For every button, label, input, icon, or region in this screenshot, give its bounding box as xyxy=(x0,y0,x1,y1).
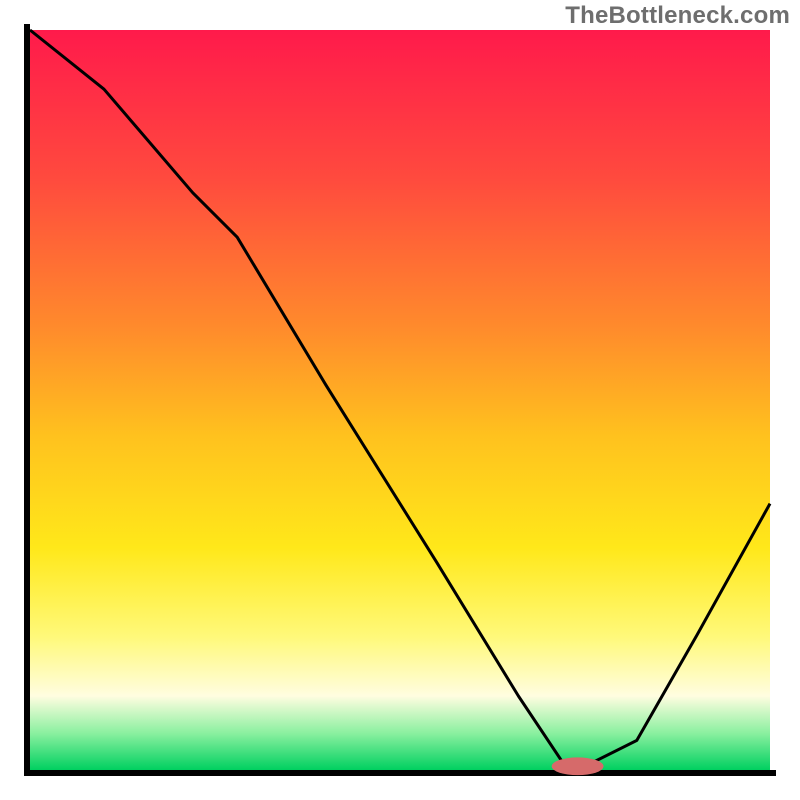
plot-background xyxy=(30,30,770,770)
axis-left xyxy=(24,24,30,776)
bottleneck-chart xyxy=(0,0,800,800)
chart-stage: TheBottleneck.com xyxy=(0,0,800,800)
watermark-text: TheBottleneck.com xyxy=(565,2,790,30)
optimal-marker xyxy=(552,757,604,775)
axis-bottom xyxy=(24,770,776,776)
